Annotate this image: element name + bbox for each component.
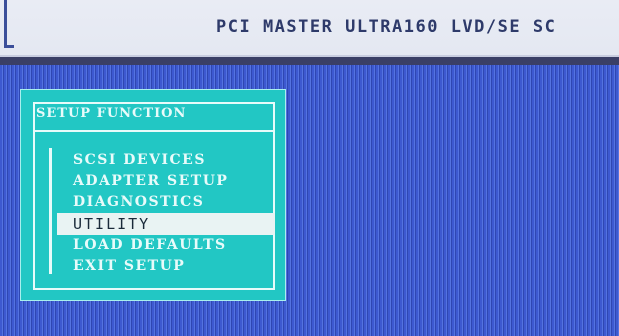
menu-left-rule [49,148,52,274]
title-bar-frame-corner [4,0,14,48]
title-divider [0,57,619,65]
menu-item-exit-setup[interactable]: EXIT SETUP [57,256,277,277]
menu-item-utility[interactable]: UTILITY [57,213,275,235]
product-title: PCI MASTER ULTRA160 LVD/SE SC [216,17,557,37]
setup-function-window: SETUP FUNCTION SCSI DEVICES ADAPTER SETU… [20,89,286,301]
menu-item-diagnostics[interactable]: DIAGNOSTICS [57,192,277,213]
menu-item-adapter-setup[interactable]: ADAPTER SETUP [57,171,277,192]
title-separator [35,130,273,132]
bios-screen: PCI MASTER ULTRA160 LVD/SE SC SETUP FUNC… [0,0,619,336]
setup-menu: SCSI DEVICES ADAPTER SETUP DIAGNOSTICS U… [57,150,277,277]
title-bar: PCI MASTER ULTRA160 LVD/SE SC [0,0,619,57]
setup-window-title: SETUP FUNCTION [36,106,187,121]
menu-item-load-defaults[interactable]: LOAD DEFAULTS [57,235,277,256]
menu-item-scsi-devices[interactable]: SCSI DEVICES [57,150,277,171]
